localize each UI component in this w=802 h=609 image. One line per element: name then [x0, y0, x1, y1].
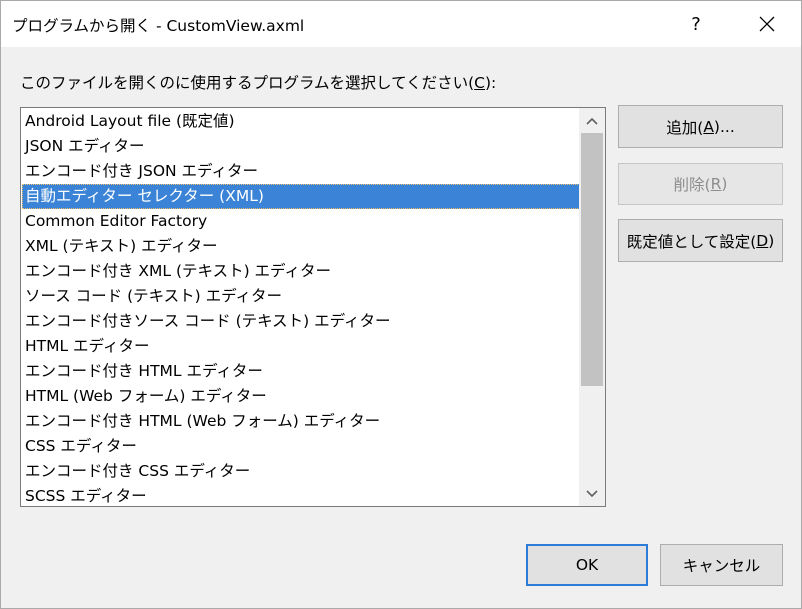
- cancel-button[interactable]: キャンセル: [660, 544, 783, 586]
- list-item[interactable]: エンコード付き CSS エディター: [22, 459, 580, 484]
- list-item[interactable]: エンコード付きソース コード (テキスト) エディター: [22, 309, 580, 334]
- close-button[interactable]: [744, 1, 790, 47]
- title-bar: プログラムから開く - CustomView.axml ?: [1, 1, 801, 47]
- prompt-text: このファイルを開くのに使用するプログラムを選択してください(: [20, 74, 475, 92]
- list-item[interactable]: Android Layout file (既定値): [22, 109, 580, 134]
- program-list-box[interactable]: Android Layout file (既定値) JSON エディター エンコード…: [20, 107, 606, 507]
- add-access-key: A: [703, 117, 714, 136]
- list-item[interactable]: HTML エディター: [22, 334, 580, 359]
- open-with-dialog: プログラムから開く - CustomView.axml ? このファイルを開くの…: [0, 0, 802, 609]
- scroll-up-button[interactable]: [579, 108, 605, 133]
- add-label: 追加(: [666, 118, 704, 137]
- set-default-label: 既定値として設定(: [626, 232, 757, 251]
- scroll-down-button[interactable]: [579, 481, 605, 506]
- list-item-selected[interactable]: 自動エディター セレクター (XML): [22, 184, 580, 209]
- ok-button[interactable]: OK: [526, 544, 648, 586]
- list-item[interactable]: HTML (Web フォーム) エディター: [22, 384, 580, 409]
- list-item[interactable]: Common Editor Factory: [22, 209, 580, 234]
- list-item[interactable]: エンコード付き JSON エディター: [22, 159, 580, 184]
- prompt-text-end: ):: [484, 74, 497, 92]
- remove-program-button[interactable]: 削除(R): [618, 163, 783, 205]
- set-default-label-end: ): [768, 231, 775, 250]
- set-default-button[interactable]: 既定値として設定(D): [618, 219, 783, 262]
- list-item[interactable]: JSON エディター: [22, 134, 580, 159]
- set-default-access-key: D: [756, 231, 769, 250]
- list-item[interactable]: エンコード付き HTML エディター: [22, 359, 580, 384]
- dialog-title: プログラムから開く - CustomView.axml: [12, 17, 305, 35]
- scroll-thumb[interactable]: [581, 133, 603, 386]
- program-prompt-label: このファイルを開くのに使用するプログラムを選択してください(C):: [20, 71, 496, 93]
- list-item[interactable]: XML (テキスト) エディター: [22, 234, 580, 259]
- list-item[interactable]: CSS エディター: [22, 434, 580, 459]
- remove-label: 削除(: [673, 176, 711, 194]
- remove-access-key: R: [710, 175, 722, 193]
- chevron-up-icon: [586, 117, 598, 125]
- list-item[interactable]: エンコード付き HTML (Web フォーム) エディター: [22, 409, 580, 434]
- remove-label-end: ): [721, 175, 728, 193]
- list-item[interactable]: エンコード付き XML (テキスト) エディター: [22, 259, 580, 284]
- help-button[interactable]: ?: [673, 1, 719, 47]
- add-program-button[interactable]: 追加(A)...: [618, 105, 783, 148]
- prompt-access-key: C: [474, 74, 485, 92]
- chevron-down-icon: [586, 489, 598, 497]
- add-label-end: )...: [713, 117, 735, 136]
- close-icon: [759, 16, 775, 32]
- list-item[interactable]: ソース コード (テキスト) エディター: [22, 284, 580, 309]
- program-list[interactable]: Android Layout file (既定値) JSON エディター エンコード…: [22, 109, 580, 506]
- list-item[interactable]: SCSS エディター: [22, 484, 580, 506]
- vertical-scrollbar[interactable]: [579, 108, 605, 506]
